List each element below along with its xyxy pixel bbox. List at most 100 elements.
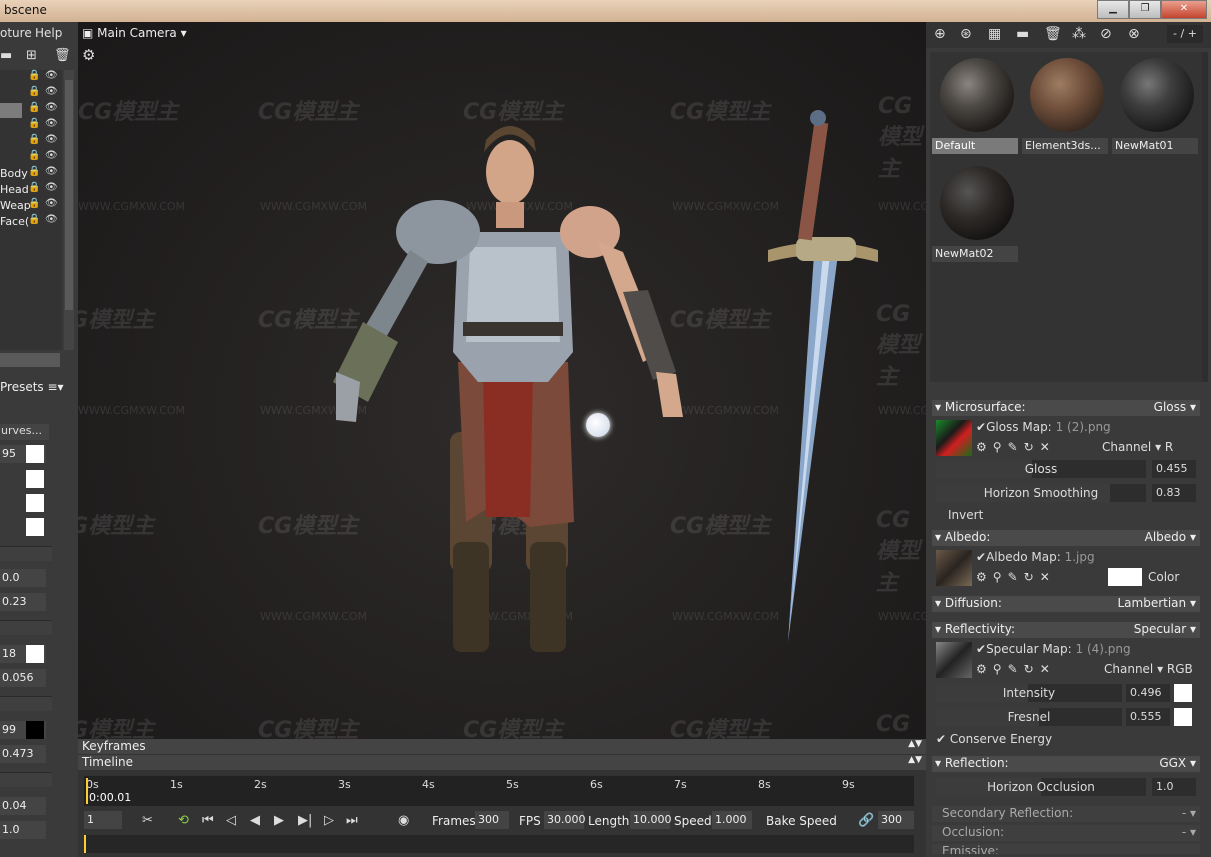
scrollbar-thumb[interactable] (65, 80, 73, 310)
gear-icon[interactable]: ⚙ (976, 570, 987, 584)
keyframe-track[interactable] (84, 835, 914, 853)
albedo-color-swatch[interactable] (1108, 568, 1142, 586)
scene-row-weapon[interactable]: Weap 🔒 👁 (0, 198, 62, 214)
channel-select[interactable]: Channel ▾ R (1102, 440, 1173, 454)
folder-icon[interactable]: ▬ (1016, 26, 1029, 42)
value-field[interactable]: 0.0 (0, 569, 46, 587)
intensity-value[interactable]: 0.496 (1126, 684, 1170, 702)
3d-viewport[interactable]: CG模型主 CG模型主 CG模型主 CG模型主 CG模型主 WWW.CGMXW.… (78, 22, 926, 739)
specular-map-thumbnail[interactable] (936, 642, 972, 678)
camera-selector[interactable]: ▣ Main Camera ▾ (82, 26, 187, 40)
eye-icon[interactable]: 👁 (45, 150, 58, 161)
skip-start-icon[interactable]: ⏮ (202, 813, 214, 828)
folder-icon[interactable]: ▬ (0, 48, 12, 63)
intensity-color-swatch[interactable] (1174, 684, 1192, 702)
channel-select[interactable]: Channel ▾ RGB (1104, 662, 1193, 676)
lock-icon[interactable]: 🔒 (28, 182, 40, 193)
eye-icon[interactable]: 👁 (45, 182, 58, 193)
keyframes-bar[interactable]: Keyframes ▲▼ (78, 739, 926, 754)
duplicate-icon[interactable]: ⊛ (960, 26, 972, 42)
close-icon[interactable]: ✕ (1040, 662, 1050, 676)
eye-icon[interactable]: 👁 (45, 86, 58, 97)
select-icon[interactable]: ⁂ (1072, 26, 1086, 42)
lock-icon[interactable]: 🔒 (28, 166, 40, 177)
scene-row-body[interactable]: Body 🔒 👁 (0, 166, 62, 182)
search-icon[interactable]: ⚲ (993, 440, 1002, 454)
material-default[interactable]: Default (932, 52, 1018, 156)
collapse-icon[interactable]: ▲▼ (908, 739, 922, 749)
diffusion-header[interactable]: ▾ Diffusion: Lambertian ▾ (932, 596, 1200, 612)
pick-icon[interactable]: ⊘ (1100, 26, 1112, 42)
eye-icon[interactable]: 👁 (45, 198, 58, 209)
scene-row[interactable]: 🔒 👁 (0, 86, 62, 102)
value-field[interactable]: 1.0 (0, 821, 46, 839)
fresnel-value[interactable]: 0.555 (1126, 708, 1170, 726)
scene-row-face[interactable]: Face(🔒 👁 (0, 214, 62, 230)
scene-row[interactable]: 🔒 👁 (0, 134, 62, 150)
timeline-bar[interactable]: Timeline ▲▼ (78, 755, 926, 770)
color-swatch[interactable] (26, 470, 44, 488)
eye-icon[interactable]: 👁 (45, 70, 58, 81)
frame-field[interactable]: 1 (84, 811, 122, 829)
horizon-occlusion-slider[interactable]: Horizon Occlusion (936, 778, 1146, 796)
value-field[interactable]: 0.04 (0, 797, 46, 815)
eye-icon[interactable]: 👁 (45, 166, 58, 177)
eye-icon[interactable]: 👁 (45, 134, 58, 145)
presets-menu[interactable]: Presets ≡▾ (0, 380, 64, 394)
bake-field[interactable]: 300 (878, 811, 914, 829)
speed-field[interactable]: 1.000 (712, 811, 752, 829)
menu-help[interactable]: Help (35, 26, 62, 40)
time-ruler[interactable]: 0s 1s 2s 3s 4s 5s 6s 7s 8s 9s 0:00.01 (84, 776, 914, 806)
eye-icon[interactable]: 👁 (45, 214, 58, 225)
value-field[interactable]: 0.23 (0, 593, 46, 611)
close-button[interactable]: ✕ (1161, 0, 1207, 19)
color-swatch[interactable] (26, 445, 44, 463)
conserve-energy-checkbox[interactable]: ✔ Conserve Energy (936, 732, 1052, 746)
material-element3ds[interactable]: Element3ds... (1022, 52, 1108, 156)
playhead[interactable] (86, 778, 88, 804)
skip-end-icon[interactable]: ⏭ (346, 813, 358, 828)
search-icon[interactable]: ⚲ (993, 570, 1002, 584)
refresh-icon[interactable]: ↻ (1024, 440, 1034, 454)
color-swatch[interactable] (26, 645, 44, 663)
gear-icon[interactable]: ⚙ (976, 440, 987, 454)
fresnel-slider[interactable]: Fresnel (936, 708, 1122, 726)
material-scrollbar[interactable] (1202, 52, 1208, 382)
page-control[interactable]: - / + (1167, 25, 1203, 43)
gloss-map-toggle[interactable]: ✔Gloss Map: 1 (2).png (976, 420, 1111, 434)
horizon-smoothing-value[interactable]: 0.83 (1152, 484, 1196, 502)
refresh-icon[interactable]: ↻ (1024, 662, 1034, 676)
trash-icon[interactable]: 🗑 (1044, 26, 1062, 42)
maximize-button[interactable]: ❐ (1129, 0, 1161, 19)
lock-icon[interactable]: 🔒 (28, 150, 40, 161)
lock-icon[interactable]: 🔒 (28, 86, 40, 97)
horizon-occlusion-value[interactable]: 1.0 (1152, 778, 1196, 796)
edit-icon[interactable]: ✎ (1008, 440, 1018, 454)
emissive-header[interactable]: Emissive: (932, 844, 1200, 854)
refresh-icon[interactable]: ↻ (1024, 570, 1034, 584)
menu-texture[interactable]: oture (0, 26, 32, 40)
step-forward-icon[interactable]: ▶| (298, 813, 312, 828)
reflection-header[interactable]: ▾ Reflection: GGX ▾ (932, 756, 1200, 772)
value-field[interactable]: 0.473 (0, 745, 46, 763)
lock-icon[interactable]: 🔒 (28, 102, 40, 113)
albedo-map-toggle[interactable]: ✔Albedo Map: 1.jpg (976, 550, 1095, 564)
fps-field[interactable]: 30.000 (544, 811, 586, 829)
bake-speed-button[interactable]: Bake Speed (766, 814, 837, 828)
scene-row[interactable]: 🔒 👁 (0, 118, 62, 134)
albedo-map-thumbnail[interactable] (936, 550, 972, 586)
lock-icon[interactable]: 🔒 (28, 214, 40, 225)
albedo-header[interactable]: ▾ Albedo: Albedo ▾ (932, 530, 1200, 546)
edit-icon[interactable]: ✎ (1008, 662, 1018, 676)
edit-icon[interactable]: ✎ (1008, 570, 1018, 584)
gloss-map-thumbnail[interactable] (936, 420, 972, 456)
scene-scrollbar[interactable] (64, 70, 74, 350)
scissors-icon[interactable]: ✂ (142, 813, 153, 828)
next-key-icon[interactable]: ▷ (324, 813, 334, 828)
color-swatch[interactable] (26, 518, 44, 536)
link-icon[interactable]: 🔗 (858, 813, 874, 828)
checker-icon[interactable]: ▦ (988, 26, 1001, 42)
scene-row-selected[interactable]: 🔒 👁 (0, 102, 62, 118)
play-icon[interactable]: ▶ (274, 813, 284, 828)
gear-icon[interactable]: ⚙ (976, 662, 987, 676)
